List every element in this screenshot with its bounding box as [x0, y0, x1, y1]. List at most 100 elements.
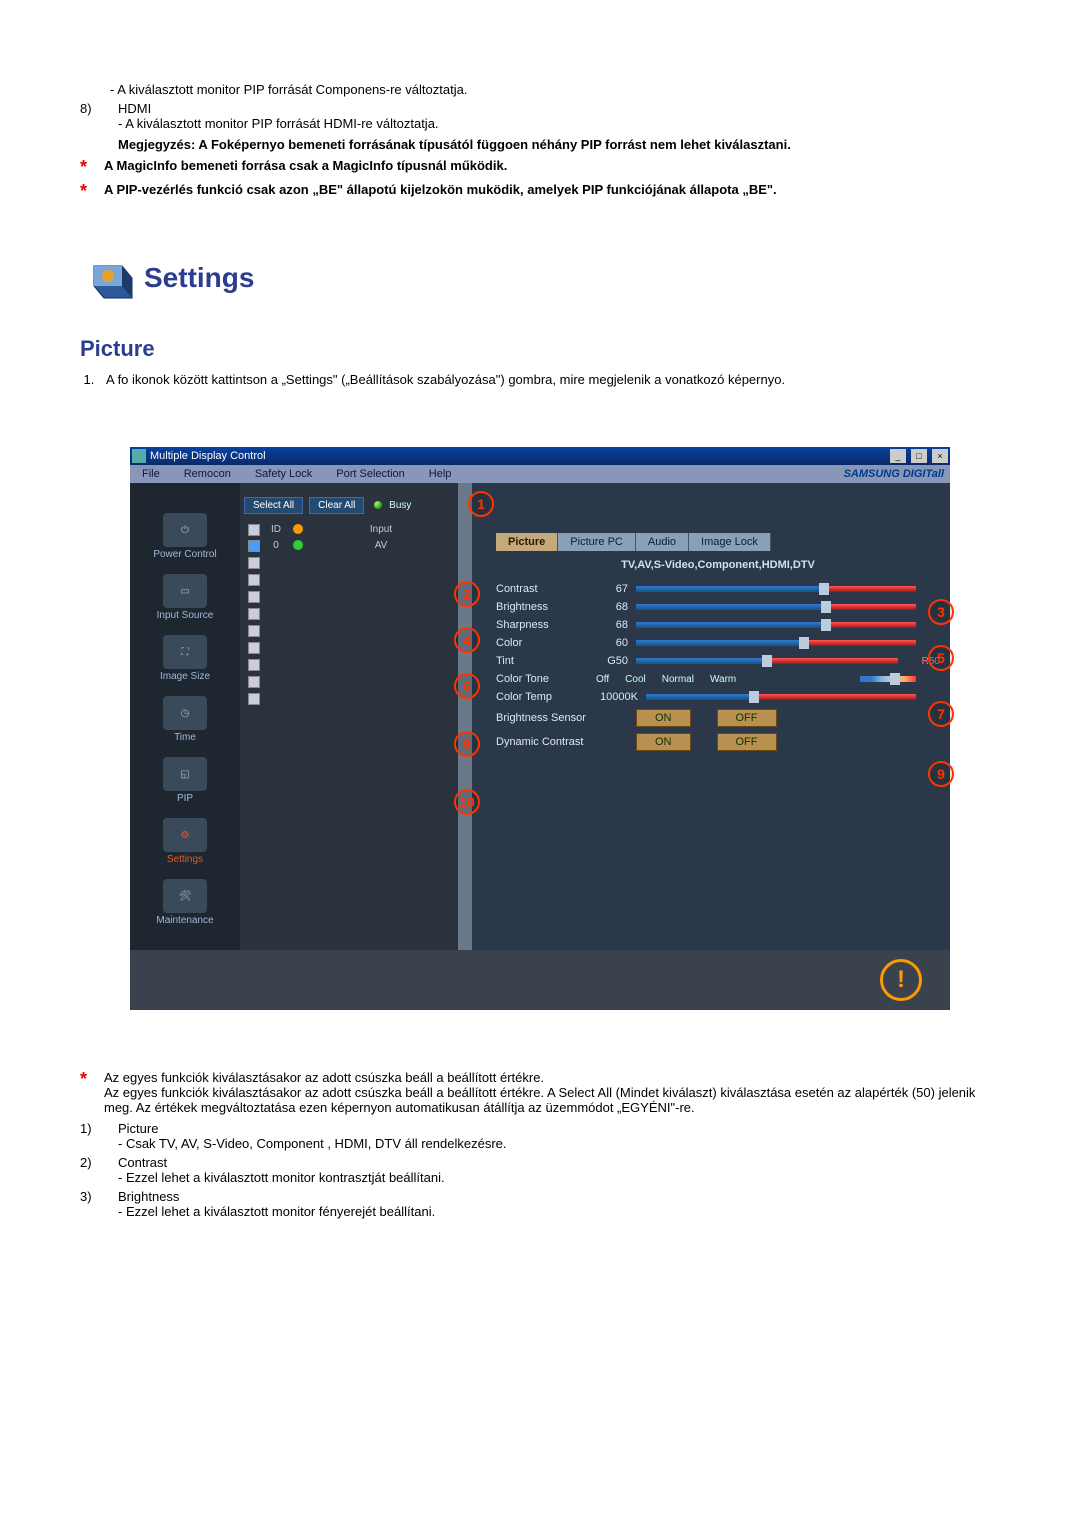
row-id: 0	[264, 540, 288, 555]
brightness-sensor-off[interactable]: OFF	[717, 709, 777, 727]
list-body: - A kiválasztott monitor PIP forrását HD…	[118, 116, 1000, 131]
footnote-item: 3)Brightness- Ezzel lehet a kiválasztott…	[80, 1189, 1000, 1219]
star-text: A PIP-vezérlés funkció csak azon „BE" ál…	[104, 182, 1000, 200]
colortone-slider[interactable]	[860, 676, 916, 682]
colortone-opt: Cool	[625, 674, 646, 685]
tab-picture[interactable]: Picture	[496, 533, 558, 551]
menu-remocon[interactable]: Remocon	[172, 465, 243, 483]
device-row[interactable]: 0AV	[244, 539, 454, 556]
maximize-button[interactable]: □	[911, 449, 927, 463]
menu-safety-lock[interactable]: Safety Lock	[243, 465, 324, 483]
star-icon: *	[80, 158, 104, 176]
footnote-label: Picture	[118, 1121, 1000, 1136]
list-header: ✓ ID Input	[244, 522, 454, 539]
row-checkbox[interactable]	[248, 574, 260, 586]
sidebar-item-time[interactable]: ◷ Time	[130, 696, 240, 743]
footnote-num: 1)	[80, 1121, 118, 1151]
tint-row: Tint G50 R50	[496, 655, 940, 667]
select-all-button[interactable]: Select All	[244, 497, 303, 514]
footnote-label: Brightness	[118, 1189, 1000, 1204]
brightness-sensor-label: Brightness Sensor	[496, 712, 628, 724]
tint-slider[interactable]	[636, 658, 898, 664]
settings-icon: ⚙	[163, 818, 207, 852]
slider-track[interactable]	[636, 604, 916, 610]
dynamic-contrast-on[interactable]: ON	[636, 733, 691, 751]
menu-file[interactable]: File	[130, 465, 172, 483]
slider-row-color: Color60	[496, 637, 940, 649]
row-checkbox[interactable]	[248, 608, 260, 620]
item-sub: - A kiválasztott monitor PIP forrását Co…	[110, 82, 1000, 97]
row-checkbox[interactable]	[248, 693, 260, 705]
clear-all-button[interactable]: Clear All	[309, 497, 364, 514]
callout-8: 8	[454, 731, 480, 757]
callout-1: 1	[468, 491, 494, 517]
sidebar-item-input-source[interactable]: ▭ Input Source	[130, 574, 240, 621]
sidebar: ⏻ Power Control ▭ Input Source ⛶ Image S…	[130, 483, 240, 950]
sidebar-label: PIP	[130, 793, 240, 804]
image-size-icon: ⛶	[163, 635, 207, 669]
brightness-sensor-on[interactable]: ON	[636, 709, 691, 727]
menu-help[interactable]: Help	[417, 465, 464, 483]
colortone-opt: Normal	[662, 674, 694, 685]
star-icon: *	[80, 182, 104, 200]
titlebar: Multiple Display Control _ □ ×	[130, 447, 950, 465]
brand-label: SAMSUNG DIGITall	[832, 465, 950, 483]
footnote-body: - Ezzel lehet a kiválasztott monitor kon…	[118, 1170, 1000, 1185]
callout-2: 2	[454, 581, 480, 607]
footnote-label: Contrast	[118, 1155, 1000, 1170]
device-row-empty	[244, 624, 454, 641]
header-id: ID	[264, 524, 288, 537]
dynamic-contrast-off[interactable]: OFF	[717, 733, 777, 751]
tab-audio[interactable]: Audio	[636, 533, 689, 551]
row-checkbox[interactable]	[248, 540, 260, 552]
row-status-icon	[293, 540, 303, 550]
row-checkbox[interactable]	[248, 659, 260, 671]
slider-track[interactable]	[636, 586, 916, 592]
window-buttons[interactable]: _ □ ×	[888, 449, 948, 463]
picture-step-1: A fo ikonok között kattintson a „Setting…	[98, 372, 1000, 387]
sidebar-item-power-control[interactable]: ⏻ Power Control	[130, 513, 240, 560]
callout-5: 5	[928, 645, 954, 671]
device-list-panel: Select All Clear All Busy ✓ ID Input 0AV	[240, 483, 458, 950]
sidebar-label: Image Size	[130, 671, 240, 682]
header-checkbox[interactable]: ✓	[248, 524, 260, 536]
tab-image-lock[interactable]: Image Lock	[689, 533, 771, 551]
sidebar-item-image-size[interactable]: ⛶ Image Size	[130, 635, 240, 682]
colortone-opt: Off	[596, 674, 609, 685]
callout-10: 10	[454, 789, 480, 815]
slider-value: 68	[588, 601, 636, 613]
power-icon: ⏻	[163, 513, 207, 547]
slider-track[interactable]	[636, 622, 916, 628]
modes-label: TV,AV,S-Video,Component,HDMI,DTV	[496, 559, 940, 571]
row-checkbox[interactable]	[248, 625, 260, 637]
device-row-empty	[244, 607, 454, 624]
callout-4: 4	[454, 627, 480, 653]
close-button[interactable]: ×	[932, 449, 948, 463]
list-scrollbar[interactable]	[458, 483, 472, 950]
minimize-button[interactable]: _	[890, 449, 906, 463]
callout-6: 6	[454, 673, 480, 699]
row-checkbox[interactable]	[248, 676, 260, 688]
sidebar-item-settings[interactable]: ⚙ Settings	[130, 818, 240, 865]
device-row-empty	[244, 556, 454, 573]
sidebar-label: Power Control	[130, 549, 240, 560]
row-checkbox[interactable]	[248, 642, 260, 654]
note-bold: Megjegyzés: A Foképernyo bemeneti forrás…	[118, 137, 1000, 152]
device-row-empty	[244, 675, 454, 692]
row-checkbox[interactable]	[248, 591, 260, 603]
star-icon: *	[80, 1070, 104, 1115]
row-checkbox[interactable]	[248, 557, 260, 569]
device-row-empty	[244, 590, 454, 607]
tab-picture-pc[interactable]: Picture PC	[558, 533, 636, 551]
sidebar-item-pip[interactable]: ◱ PIP	[130, 757, 240, 804]
header-input: Input	[308, 524, 454, 537]
footnote-item: 1)Picture- Csak TV, AV, S-Video, Compone…	[80, 1121, 1000, 1151]
sidebar-item-maintenance[interactable]: 🛠 Maintenance	[130, 879, 240, 926]
menu-port-selection[interactable]: Port Selection	[324, 465, 416, 483]
colortemp-slider[interactable]	[646, 694, 916, 700]
footnote-body: - Ezzel lehet a kiválasztott monitor fén…	[118, 1204, 1000, 1219]
colortone-row: Color Tone Off Cool Normal Warm	[496, 673, 940, 685]
settings-heading-row: Settings	[80, 250, 1000, 306]
slider-track[interactable]	[636, 640, 916, 646]
footnote-body: - Csak TV, AV, S-Video, Component , HDMI…	[118, 1136, 1000, 1151]
